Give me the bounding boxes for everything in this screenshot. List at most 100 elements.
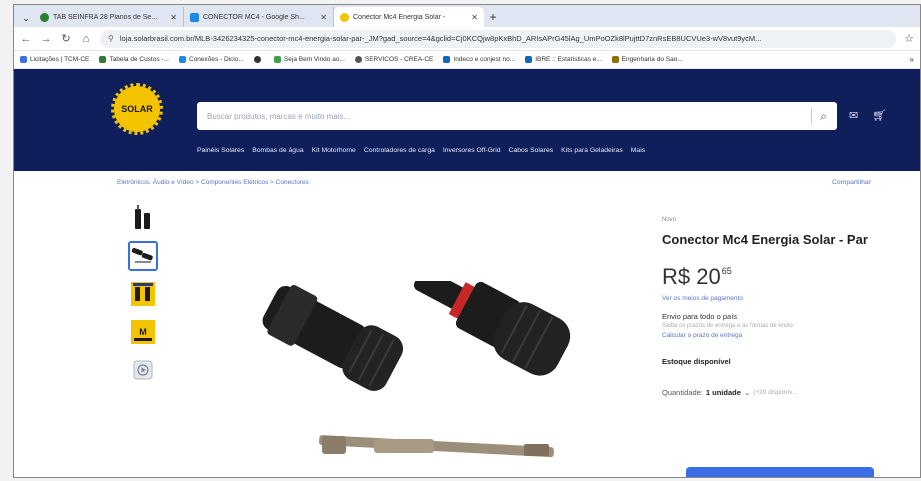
bookmark-label: Tabela de Custos -... xyxy=(109,56,169,63)
bookmark-item[interactable]: Tabela de Custos -... xyxy=(99,56,169,63)
tab-tab-seinfra[interactable]: TAB SEINFRA 28 Planos de Se... ✕ xyxy=(34,7,184,27)
address-bar[interactable]: ⚲ loja.solarbrasil.com.br/MLB-3426234325… xyxy=(100,29,897,48)
bookmark-label: Engenharia do Sao... xyxy=(621,56,683,63)
payment-methods-link[interactable]: Ver os meios de pagamento xyxy=(662,295,877,302)
reload-icon[interactable]: ↻ xyxy=(60,32,72,45)
share-link[interactable]: Compartilhar xyxy=(832,179,871,186)
category-link[interactable]: Painéis Solares xyxy=(197,147,244,154)
search-icon[interactable]: ⌕ xyxy=(820,109,827,124)
cart-icon[interactable]: 🛒︎ xyxy=(872,109,886,122)
tab-favicon-icon xyxy=(190,12,199,22)
tab-close-icon[interactable]: ✕ xyxy=(320,13,327,22)
price-cents: 65 xyxy=(721,266,732,276)
bookmark-label: Seja Bem Vindo ao... xyxy=(283,56,345,63)
mc4-male-connector xyxy=(413,281,571,376)
bookmark-item[interactable] xyxy=(253,56,264,63)
thumbnail-list: M xyxy=(128,203,158,385)
category-link[interactable]: Kits para Geladeiras xyxy=(561,147,623,154)
category-link[interactable]: Controladores de carga xyxy=(364,147,435,154)
category-link[interactable]: Inversores Off-Grid xyxy=(443,147,501,154)
quantity-selector[interactable]: Quantidade: 1 unidade ⌄ (+20 disponív... xyxy=(662,388,877,397)
category-link[interactable]: Bombas de água xyxy=(252,147,303,154)
back-arrow-icon[interactable]: ← xyxy=(20,33,32,45)
url-text: loja.solarbrasil.com.br/MLB-3426234325-c… xyxy=(119,34,762,43)
tab-close-icon[interactable]: ✕ xyxy=(471,13,478,22)
header-icons: ✉ 🛒︎ xyxy=(849,109,886,122)
store-logo[interactable]: SOLAR xyxy=(111,83,163,135)
mail-icon[interactable]: ✉ xyxy=(849,109,858,122)
bookmark-star-icon[interactable]: ☆ xyxy=(904,32,914,45)
new-tab-button[interactable]: + xyxy=(484,7,502,27)
site-info-icon[interactable]: ⚲ xyxy=(108,34,114,43)
tab-conector-sheet[interactable]: CONECTOR MC4 - Google Sh... ✕ xyxy=(184,7,334,27)
mc4-female-connector xyxy=(262,285,404,391)
bookmark-label: IBRE :: Estatísticas e... xyxy=(535,56,602,63)
bookmark-label: SERVICOS - CREA-CE xyxy=(364,56,434,63)
price-main: R$ 20 xyxy=(662,264,721,289)
bookmark-item[interactable]: Conexões - Dicio... xyxy=(179,56,244,63)
tab-strip: ⌄ TAB SEINFRA 28 Planos de Se... ✕ CONEC… xyxy=(14,5,920,27)
connector-pair-thumb-icon xyxy=(131,247,153,263)
crimp-pin xyxy=(319,435,554,458)
tab-title: Conector Mc4 Energia Solar - xyxy=(353,13,446,21)
category-nav: Painéis Solares Bombas de água Kit Motor… xyxy=(197,147,645,154)
packaging-thumb-icon xyxy=(131,282,155,306)
search-placeholder: Buscar produtos, marcas e muito mais... xyxy=(207,111,351,121)
bookmarks-bar: Licitações | TCM-CE Tabela de Custos -..… xyxy=(14,51,920,69)
home-icon[interactable]: ⌂ xyxy=(80,33,92,45)
bookmark-favicon-icon xyxy=(525,56,533,63)
site-header: SOLAR Buscar produtos, marcas e muito ma… xyxy=(14,69,920,171)
category-link[interactable]: Cabos Solares xyxy=(509,147,554,154)
tab-close-icon[interactable]: ✕ xyxy=(170,13,177,22)
browser-window: ⌄ TAB SEINFRA 28 Planos de Se... ✕ CONEC… xyxy=(13,4,921,478)
bookmark-favicon-icon xyxy=(179,56,186,63)
thumbnail-video[interactable] xyxy=(128,355,158,385)
thumbnail-connector-upright[interactable] xyxy=(128,203,158,233)
tab-conector-mc4-active[interactable]: Conector Mc4 Energia Solar - ✕ xyxy=(334,7,484,27)
play-video-icon xyxy=(133,360,153,380)
buy-now-button[interactable] xyxy=(686,467,874,477)
quantity-label: Quantidade: xyxy=(662,388,703,397)
quantity-available: (+20 disponív... xyxy=(753,389,798,396)
bookmark-favicon-icon xyxy=(253,56,261,63)
search-input[interactable]: Buscar produtos, marcas e muito mais... … xyxy=(197,102,837,130)
tab-search-chevron-icon[interactable]: ⌄ xyxy=(18,9,34,27)
bookmark-favicon-icon xyxy=(99,56,107,63)
bookmark-item[interactable]: IBRE :: Estatísticas e... xyxy=(525,56,602,63)
shipping-subtitle: Saiba os prazos de entrega e as formas d… xyxy=(662,323,795,329)
forward-arrow-icon[interactable]: → xyxy=(40,33,52,45)
browser-toolbar: ← → ↻ ⌂ ⚲ loja.solarbrasil.com.br/MLB-34… xyxy=(14,27,920,51)
product-title: Conector Mc4 Energia Solar - Par xyxy=(662,232,868,247)
thumbnail-packaging-yellow[interactable] xyxy=(128,279,158,309)
quantity-value: 1 unidade xyxy=(705,388,741,397)
bookmark-favicon-icon xyxy=(273,56,281,63)
connector-upright-thumb-icon xyxy=(135,205,150,229)
logo-text: SOLAR xyxy=(121,104,153,114)
tab-favicon-icon xyxy=(40,12,49,22)
tab-favicon-icon xyxy=(340,12,349,22)
screenshot-frame: ⌄ TAB SEINFRA 28 Planos de Se... ✕ CONEC… xyxy=(0,0,921,481)
bookmark-item[interactable]: Engenharia do Sao... xyxy=(611,56,683,63)
breadcrumb[interactable]: Eletrônicos, Áudio e Vídeo > Componentes… xyxy=(117,179,309,186)
calculate-shipping-link[interactable]: Calcular o prazo de entrega xyxy=(662,332,877,339)
thumbnail-brand-image[interactable]: M xyxy=(128,317,158,347)
thumbnail-connector-pair-selected[interactable] xyxy=(128,241,158,271)
category-link[interactable]: Kit Motorhome xyxy=(312,147,356,154)
category-link[interactable]: Mais xyxy=(631,147,645,154)
stock-status: Estoque disponível xyxy=(662,357,731,366)
tab-title: CONECTOR MC4 - Google Sh... xyxy=(203,13,305,21)
bookmark-item[interactable]: Indeco e conjest no... xyxy=(443,56,515,63)
shipping-title: Envio para todo o país xyxy=(662,312,738,321)
bookmark-favicon-icon xyxy=(443,56,451,63)
bookmark-item[interactable]: SERVICOS - CREA-CE xyxy=(354,56,434,63)
product-price: R$ 20 65 xyxy=(662,264,877,290)
bookmark-item[interactable]: Seja Bem Vindo ao... xyxy=(273,56,345,63)
bookmark-label: Conexões - Dicio... xyxy=(189,56,244,63)
bookmarks-more-icon[interactable]: » xyxy=(910,55,914,64)
bookmark-item[interactable]: Licitações | TCM-CE xyxy=(20,56,89,63)
chevron-down-icon: ⌄ xyxy=(743,388,751,397)
svg-text:M: M xyxy=(139,327,147,337)
bookmark-favicon-icon xyxy=(20,56,27,63)
product-condition: Novo xyxy=(662,217,677,223)
product-main-image[interactable] xyxy=(234,281,574,477)
